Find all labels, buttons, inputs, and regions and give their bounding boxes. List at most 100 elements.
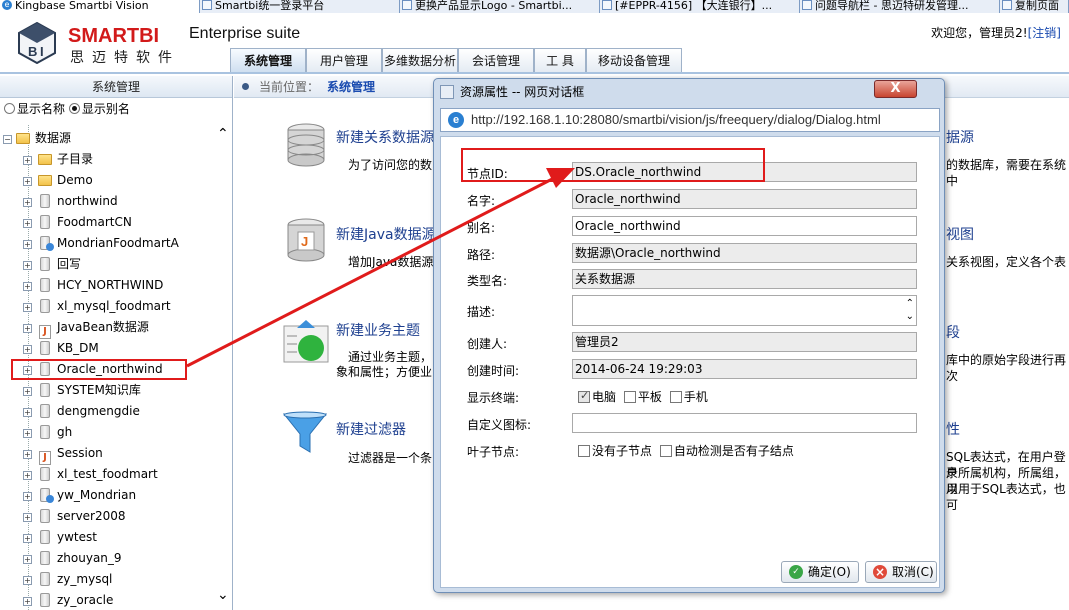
bullet-icon [242,83,249,90]
new-filter-link[interactable]: 新建过滤器 [336,419,406,439]
tree-node[interactable]: + gh [23,422,72,443]
checkbox-pad[interactable] [623,391,636,403]
expand-icon[interactable]: + [23,555,32,564]
tree-node[interactable]: + KB_DM [23,338,99,359]
custom-icon-input[interactable] [572,413,917,433]
multidimensional-datasource-icon [40,488,54,503]
filter-funnel-icon [282,411,328,453]
tab-system-management[interactable]: 系统管理 [230,48,306,72]
checkbox-no-children[interactable] [578,445,590,457]
cancel-button[interactable]: 取消(C) [865,561,937,583]
tree-node[interactable]: + J JavaBean数据源 [23,317,149,339]
tab-olap-analysis[interactable]: 多维数据分析 [382,48,458,72]
left-panel: 系统管理 显示名称 显示别名 − 数据源 + 子目录 + Demo + northwind +… [0,76,233,610]
browser-tab-smartbi-vision[interactable]: e Kingbase Smartbi Vision [0,0,200,13]
new-java-datasource-desc: 增加Java数据源 [348,255,434,269]
tree-node[interactable]: + xl_mysql_foodmart [23,296,171,317]
tree-node[interactable]: + 回写 [23,254,81,275]
expand-icon[interactable]: + [23,429,32,438]
tree-node[interactable]: + zhouyan_9 [23,548,122,569]
tree-node[interactable]: + MondrianFoodmartA [23,233,179,254]
browser-tab-nav[interactable]: 问题导航栏 - 思迈特研发管理... [800,0,1000,13]
new-business-theme-link[interactable]: 新建业务主题 [336,320,420,340]
expand-icon[interactable]: + [23,513,32,522]
collapse-icon[interactable]: − [3,135,12,144]
tree-node-label: ywtest [57,530,97,544]
page-icon [1002,0,1012,10]
tree-node[interactable]: + zy_oracle [23,590,113,610]
dialog-form: 节点ID: DS.Oracle_northwind 名字: Oracle_nor… [440,136,940,588]
expand-icon[interactable]: + [23,240,32,249]
new-java-datasource-link[interactable]: 新建Java数据源 [336,224,436,244]
alias-input[interactable]: Oracle_northwind [572,216,917,236]
tree-node[interactable]: + SYSTEM知识库 [23,380,141,401]
scroll-down-icon[interactable]: ⌄ [217,587,229,603]
tree-node[interactable]: + dengmengdie [23,401,140,422]
expand-icon[interactable]: + [23,387,32,396]
tree-node[interactable]: + yw_Mondrian [23,485,136,506]
tree-node-label: MondrianFoodmartA [57,236,179,250]
description-textarea[interactable]: ⌃ ⌄ [572,295,917,326]
right-feature-title-4[interactable]: 性 [946,419,960,439]
tab-tools[interactable]: 工 具 [534,48,586,72]
leaf-node-checkboxes: 没有子节点 自动检测是否有子结点 [578,442,798,459]
tree-node-label: xl_mysql_foodmart [57,299,171,313]
tree-node[interactable]: + ywtest [23,527,97,548]
expand-icon[interactable]: + [23,324,32,333]
ok-button[interactable]: 确定(O) [781,561,859,583]
checkbox-pc[interactable] [578,389,590,403]
business-theme-icon [283,320,329,363]
textarea-spin-icon[interactable]: ⌃ ⌄ [906,297,914,323]
tree-node[interactable]: + J Session [23,443,103,465]
right-feature-title-2[interactable]: 视图 [946,224,974,244]
right-feature-title-3[interactable]: 段 [946,322,960,342]
browser-tab-copy[interactable]: 复制页面 [1000,0,1069,13]
radio-show-name[interactable]: 显示名称 [4,102,65,116]
left-panel-title: 系统管理 [0,76,232,98]
expand-icon[interactable]: + [23,177,32,186]
tab-user-management[interactable]: 用户管理 [306,48,382,72]
tree-node[interactable]: + 子目录 [23,149,93,170]
expand-icon[interactable]: + [23,303,32,312]
expand-icon[interactable]: + [23,576,32,585]
tree-node[interactable]: + zy_mysql [23,569,112,590]
expand-icon[interactable]: + [23,282,32,291]
expand-icon[interactable]: + [23,198,32,207]
checkbox-phone[interactable] [669,391,682,403]
expand-icon[interactable]: + [23,345,32,354]
browser-tab-login[interactable]: Smartbi统一登录平台 [200,0,400,13]
tree-node[interactable]: + Demo [23,170,93,191]
tab-session-management[interactable]: 会话管理 [458,48,534,72]
right-feature-title-1[interactable]: 据源 [946,127,974,147]
radio-show-alias[interactable]: 显示别名 [68,102,130,116]
checkbox-auto-detect[interactable] [659,445,672,457]
tree-node-datasource-root[interactable]: − 数据源 [3,128,71,149]
tree-scrollbar[interactable]: ⌃ ⌄ [214,125,232,610]
new-relational-datasource-link[interactable]: 新建关系数据源 [336,127,434,147]
tree-node[interactable]: + xl_test_foodmart [23,464,158,485]
breadcrumb-current[interactable]: 系统管理 [327,80,375,94]
tree-node[interactable]: + FoodmartCN [23,212,132,233]
database-icon [40,530,50,544]
tab-mobile-device-management[interactable]: 移动设备管理 [586,48,682,72]
browser-tab-logo[interactable]: 更换产品显示Logo - Smartbi... [400,0,600,13]
expand-icon[interactable]: + [23,219,32,228]
brand-name: SMARTBI [68,25,160,47]
expand-icon[interactable]: + [23,450,32,459]
tree-node[interactable]: + HCY_NORTHWIND [23,275,163,296]
expand-icon[interactable]: + [23,534,32,543]
tree-node[interactable]: + server2008 [23,506,126,527]
dialog-close-button[interactable]: X [874,80,917,98]
expand-icon[interactable]: + [23,408,32,417]
tree-node[interactable]: + northwind [23,191,118,212]
logout-link[interactable]: [注销] [1028,26,1061,40]
browser-tab-eppr[interactable]: [#EPPR-4156] 【大连银行】... [600,0,800,13]
expand-icon[interactable]: + [23,261,32,270]
expand-icon[interactable]: + [23,156,32,165]
tree-node-label: JavaBean数据源 [57,320,149,334]
scroll-up-icon[interactable]: ⌃ [217,126,229,142]
expand-icon[interactable]: + [23,471,32,480]
expand-icon[interactable]: + [23,597,32,606]
expand-icon[interactable]: + [23,492,32,501]
alias-label: 别名: [467,221,496,235]
